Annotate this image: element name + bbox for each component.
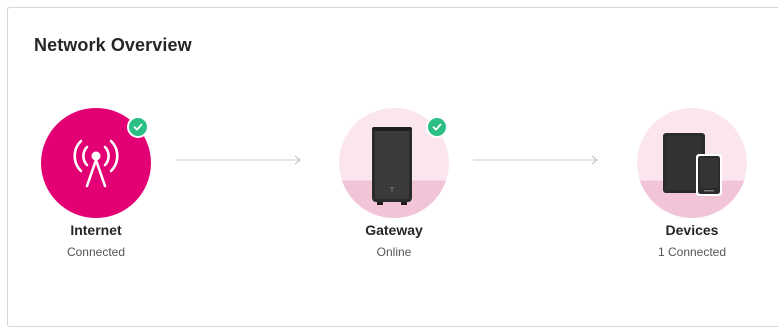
internet-label: Internet: [70, 222, 122, 238]
devices-circle: [637, 108, 747, 218]
card-title: Network Overview: [34, 35, 192, 55]
internet-status: Connected: [66, 245, 126, 259]
connection-arrow: [473, 155, 598, 165]
gateway-check-icon: [426, 116, 448, 138]
tablet-phone-icon: [663, 133, 722, 196]
connection-arrow: [176, 155, 301, 165]
gateway-status: Online: [376, 245, 412, 259]
gateway-label: Gateway: [365, 222, 423, 238]
devices-node[interactable]: [627, 108, 757, 218]
devices-label: Devices: [665, 222, 719, 238]
devices-status: 1 Connected: [657, 245, 727, 259]
internet-check-icon: [127, 116, 149, 138]
svg-text:T: T: [390, 187, 395, 194]
